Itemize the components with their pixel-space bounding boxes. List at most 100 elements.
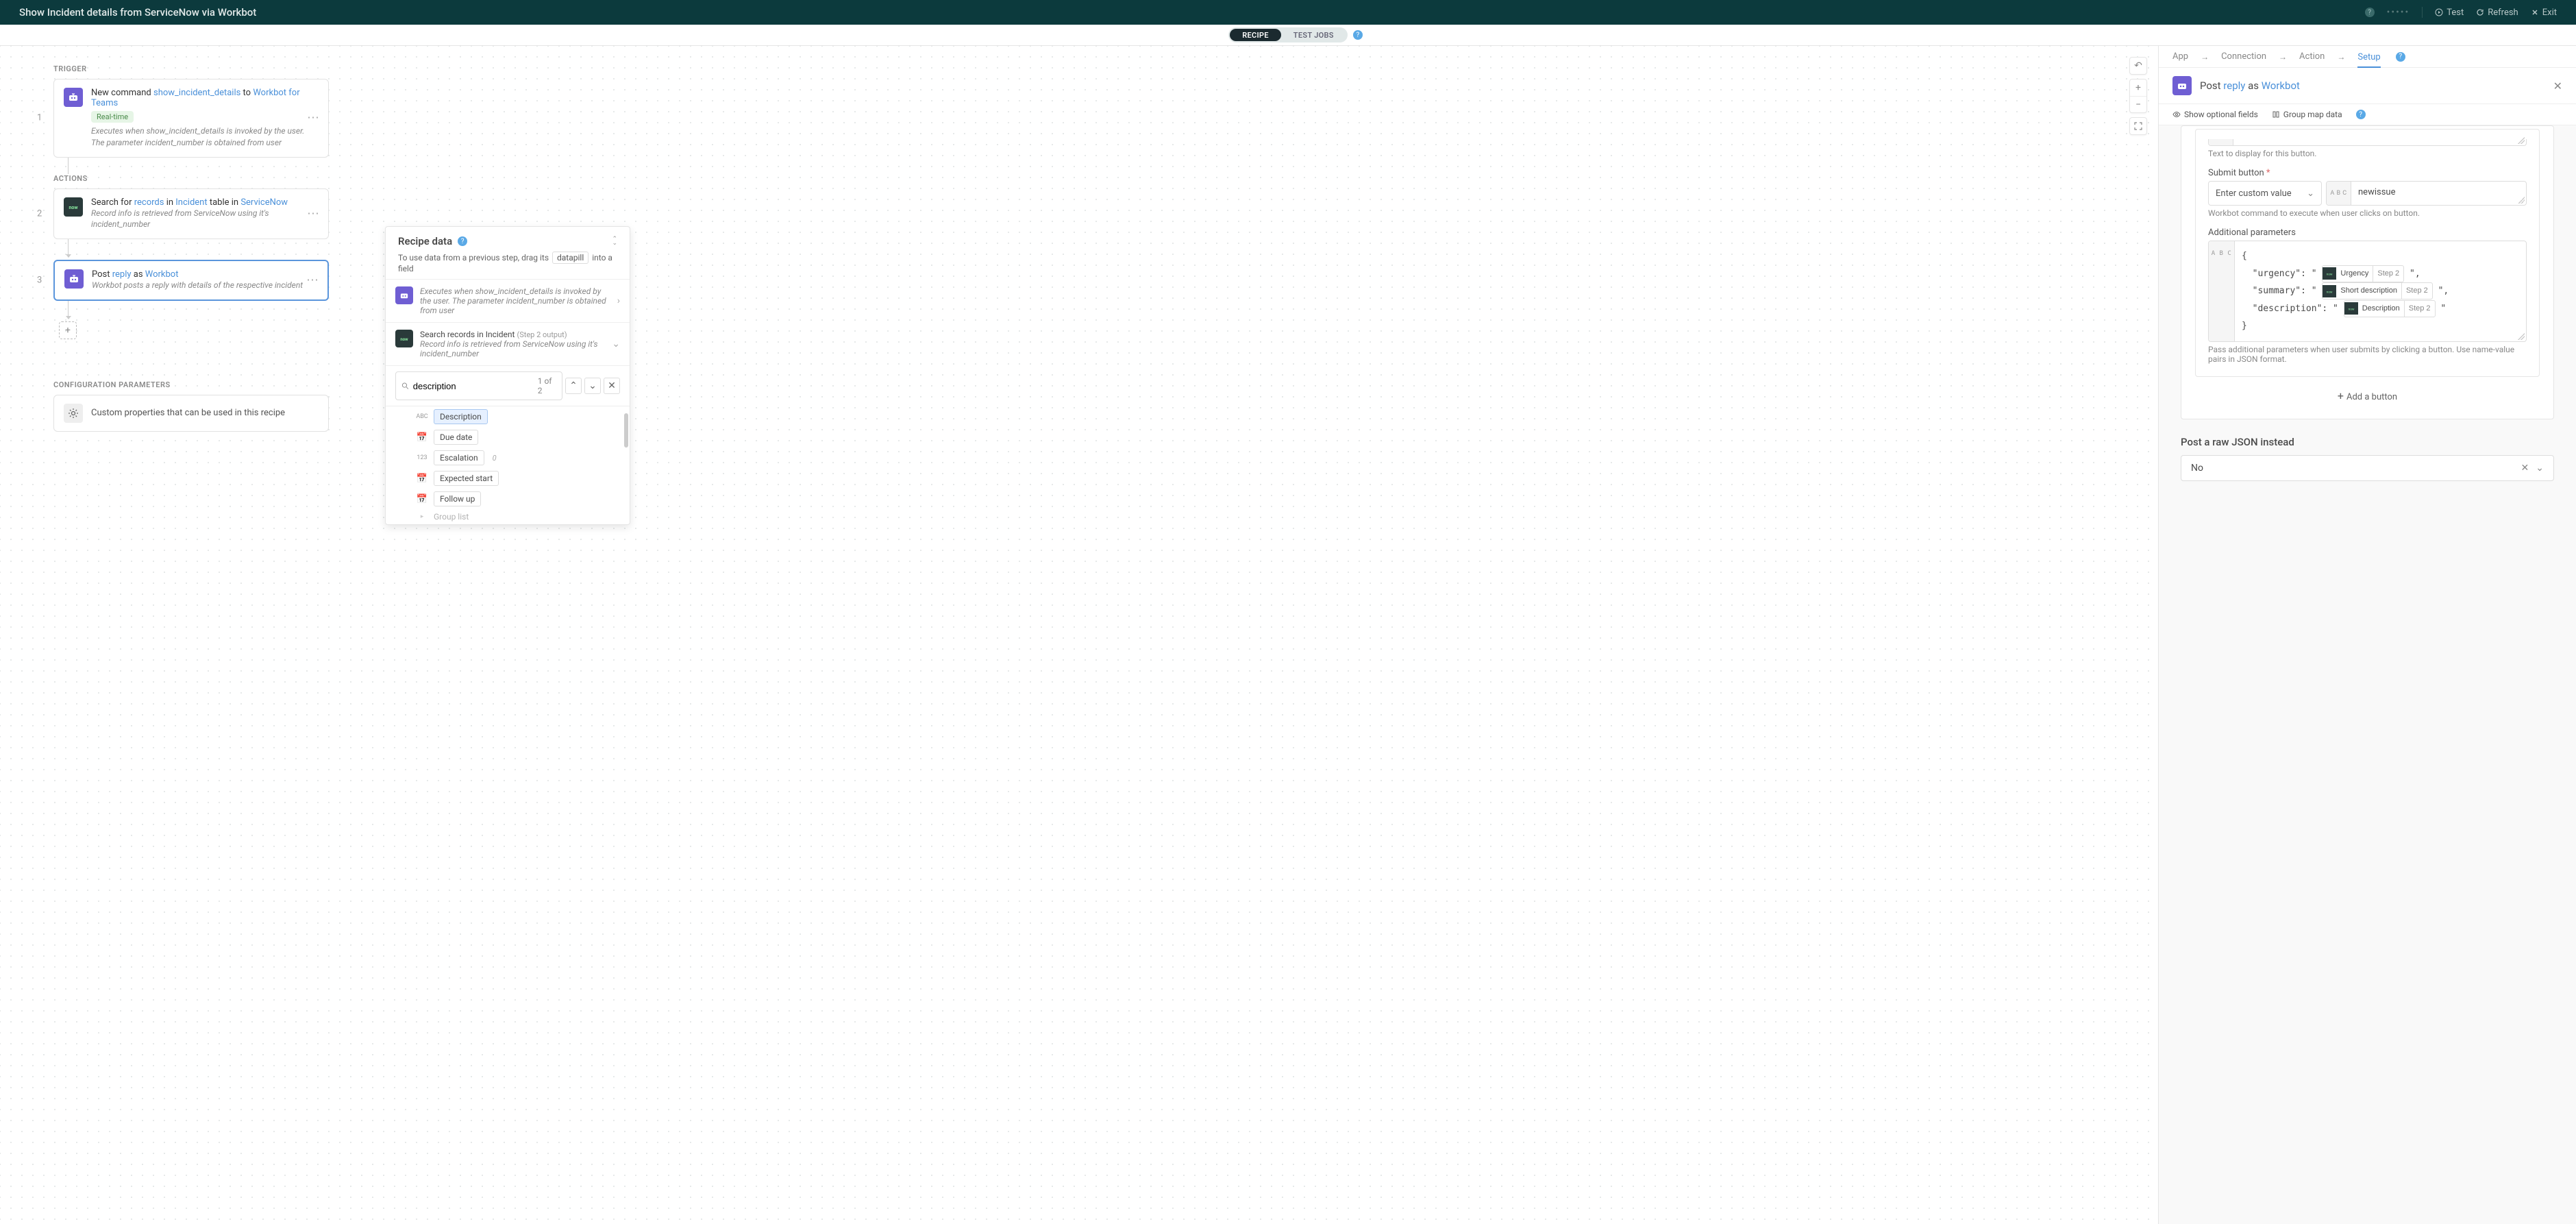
breadcrumb-app[interactable]: App: [2172, 51, 2188, 62]
step-number: 3: [37, 276, 42, 286]
workbot-icon: [64, 88, 83, 107]
zoom-in-button[interactable]: +: [2130, 79, 2146, 96]
recipe-source-1[interactable]: Executes when show_incident_details is i…: [386, 280, 630, 323]
arrow-icon: →: [2279, 52, 2287, 62]
realtime-badge: Real-time: [91, 111, 134, 123]
refresh-button[interactable]: Refresh: [2476, 8, 2518, 18]
actions-label: ACTIONS: [53, 174, 329, 183]
button-text-input[interactable]: [2208, 139, 2527, 146]
zoom-out-button[interactable]: −: [2130, 96, 2146, 112]
resize-handle[interactable]: [2518, 197, 2525, 204]
svg-text:now: now: [2327, 291, 2333, 294]
test-button[interactable]: Test: [2435, 8, 2464, 18]
help-icon[interactable]: ?: [2396, 52, 2405, 62]
search-next-button[interactable]: ⌄: [584, 378, 601, 394]
breadcrumb-connection[interactable]: Connection: [2221, 51, 2266, 62]
undo-button[interactable]: ↶: [2130, 58, 2146, 74]
step-number: 2: [37, 208, 42, 219]
config-section: CONFIGURATION PARAMETERS Custom properti…: [53, 380, 329, 432]
help-icon[interactable]: ?: [458, 236, 467, 246]
more-icon[interactable]: •••••: [2387, 7, 2410, 18]
datapill-item[interactable]: 📅Follow up: [386, 489, 630, 509]
step-1[interactable]: 1 New command show_incident_details to W…: [53, 79, 329, 158]
arrow-icon: →: [2337, 52, 2345, 62]
submit-command-input[interactable]: A B C newissue: [2326, 181, 2527, 206]
raw-json-dropdown[interactable]: No ✕⌄: [2181, 455, 2554, 481]
datapill-urgency[interactable]: nowUrgencyStep 2: [2322, 265, 2404, 282]
tab-pill: RECIPE TEST JOBS ?: [1228, 27, 1348, 42]
step-2[interactable]: 2 now Search for records in Incident tab…: [53, 188, 329, 240]
chevron-down-icon: ⌄: [2536, 463, 2544, 474]
submit-button-label: Submit button *: [2208, 168, 2527, 178]
datapill-item[interactable]: 📅Due date: [386, 427, 630, 448]
datapill-item[interactable]: 123Escalation0: [386, 448, 630, 468]
svg-text:now: now: [2327, 273, 2333, 277]
resize-handle[interactable]: [2518, 333, 2525, 340]
setup-form: Text to display for this button. Submit …: [2159, 125, 2576, 1224]
datapill-list: ABCDescription 📅Due date 123Escalation0 …: [386, 406, 630, 524]
search-prev-button[interactable]: ⌃: [565, 378, 582, 394]
datapill-description[interactable]: nowDescriptionStep 2: [2344, 300, 2436, 317]
svg-text:now: now: [2348, 308, 2354, 312]
step-menu-icon[interactable]: ⋯: [306, 273, 319, 288]
datapill-item[interactable]: ▸Group list: [386, 509, 630, 524]
breadcrumb-setup[interactable]: Setup: [2357, 52, 2380, 68]
exit-button[interactable]: Exit: [2531, 8, 2557, 18]
divider: [2422, 7, 2423, 18]
search-clear-button[interactable]: ✕: [604, 378, 620, 394]
tab-test-jobs[interactable]: TEST JOBS: [1281, 29, 1346, 41]
setup-panel: App → Connection → Action → Setup ? Post re…: [2158, 46, 2576, 1224]
submit-mode-dropdown[interactable]: Enter custom value⌄: [2208, 181, 2322, 206]
tab-help-icon[interactable]: ?: [1353, 30, 1363, 40]
additional-params-helper: Pass additional parameters when user sub…: [2208, 345, 2527, 364]
show-optional-link[interactable]: Show optional fields: [2172, 110, 2258, 119]
group-map-link[interactable]: Group map data: [2272, 110, 2342, 119]
canvas[interactable]: ↶ + − TRIGGER 1 New command show_inciden…: [0, 46, 2158, 1224]
help-icon[interactable]: ?: [2356, 110, 2366, 119]
datapill-short-description[interactable]: nowShort descriptionStep 2: [2322, 282, 2432, 299]
additional-params-input[interactable]: A B C { "urgency": " nowUrgencyStep 2 ",…: [2208, 241, 2527, 342]
fit-button[interactable]: [2130, 118, 2146, 134]
view-tabs: RECIPE TEST JOBS ?: [0, 25, 2576, 46]
datapill-item[interactable]: ABCDescription: [386, 406, 630, 427]
setup-step-title: Post reply as Workbot: [2200, 79, 2300, 92]
search-input[interactable]: [413, 381, 534, 391]
chevron-down-icon: ⌄: [612, 339, 620, 350]
calendar-icon: 📅: [416, 494, 428, 504]
step-menu-icon[interactable]: ⋯: [307, 111, 320, 125]
connector: [68, 158, 69, 174]
trigger-label: TRIGGER: [53, 64, 329, 73]
scrollbar[interactable]: [624, 413, 628, 448]
datapill-item[interactable]: 📅Expected start: [386, 468, 630, 489]
svg-text:now: now: [69, 205, 78, 210]
servicenow-icon: now: [395, 330, 413, 347]
arrow-icon: →: [2201, 52, 2209, 62]
config-desc: Custom properties that can be used in th…: [91, 408, 319, 418]
recipe-source-2[interactable]: now Search records in Incident (Step 2 o…: [386, 323, 630, 366]
workbot-icon: [64, 269, 84, 289]
page-title: Show Incident details from ServiceNow vi…: [19, 6, 256, 19]
step-3[interactable]: 3 Post reply as Workbot Workbot posts a …: [53, 260, 329, 301]
breadcrumb-action[interactable]: Action: [2299, 51, 2325, 62]
step-1-title: New command show_incident_details to Wor…: [91, 88, 319, 108]
tab-recipe[interactable]: RECIPE: [1230, 29, 1281, 41]
gear-icon: [64, 404, 83, 423]
setup-breadcrumb: App → Connection → Action → Setup ?: [2159, 46, 2576, 68]
raw-json-label: Post a raw JSON instead: [2181, 436, 2554, 448]
search-input-box[interactable]: 1 of 2: [395, 371, 562, 400]
add-button-link[interactable]: +Add a button: [2195, 389, 2540, 402]
expand-icon[interactable]: ⌃⌄: [612, 237, 617, 245]
close-button[interactable]: ✕: [2553, 79, 2562, 93]
add-step-button[interactable]: +: [59, 321, 77, 339]
config-card[interactable]: Custom properties that can be used in th…: [53, 395, 329, 432]
chevron-right-icon: ›: [617, 295, 620, 306]
clear-icon[interactable]: ✕: [2521, 463, 2529, 474]
connector: [68, 301, 69, 317]
resize-handle[interactable]: [2518, 137, 2525, 144]
abc-prefix-icon: [2209, 139, 2233, 145]
header-actions: ? ••••• Test Refresh Exit: [2365, 7, 2557, 18]
setup-step-header: Post reply as Workbot ✕: [2159, 68, 2576, 104]
step-menu-icon[interactable]: ⋯: [307, 206, 320, 221]
search-count: 1 of 2: [538, 376, 556, 395]
help-icon[interactable]: ?: [2365, 8, 2375, 17]
